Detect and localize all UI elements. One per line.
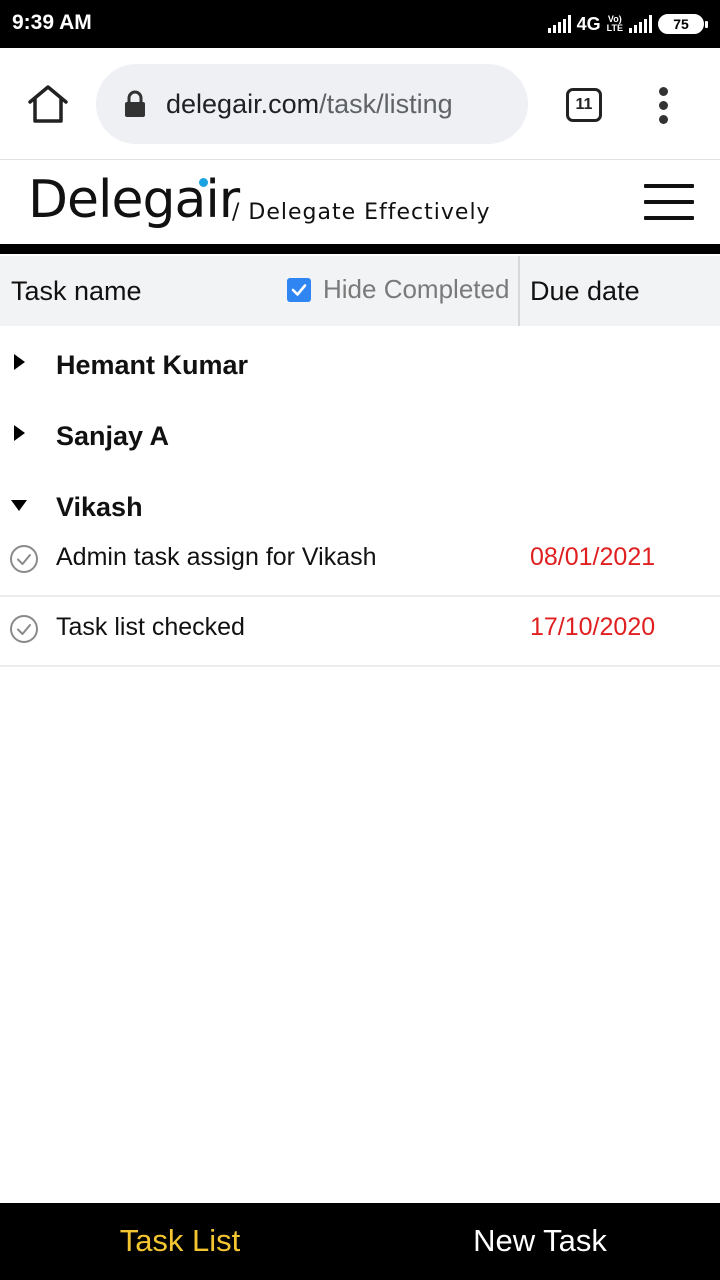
volte-icon: Vo) LTE xyxy=(606,14,623,33)
group-row-hemant-kumar[interactable]: Hemant Kumar xyxy=(0,332,720,392)
table-row[interactable]: Task list checked 17/10/2020 xyxy=(0,597,720,667)
signal-icon-2 xyxy=(629,15,652,33)
group-name: Vikash xyxy=(56,492,143,522)
status-icons: 4G Vo) LTE 75 xyxy=(547,10,708,38)
task-due-date: 08/01/2021 xyxy=(530,543,656,571)
table-row[interactable]: Admin task assign for Vikash 08/01/2021 xyxy=(0,527,720,597)
address-bar[interactable]: delegair.com/task/listing xyxy=(96,64,528,144)
task-name[interactable]: Admin task assign for Vikash xyxy=(56,543,377,572)
hide-completed-checkbox[interactable] xyxy=(287,277,311,302)
status-bar: 9:39 AM 4G Vo) LTE 75 xyxy=(0,0,720,48)
lock-icon xyxy=(125,90,145,117)
column-header-task-name: Task name xyxy=(11,276,142,306)
browser-menu-button[interactable] xyxy=(652,84,676,128)
group-row-vikash[interactable]: Vikash xyxy=(0,474,720,534)
complete-task-check-icon[interactable] xyxy=(9,544,39,574)
app-header: Delegair / Delegate Effectively xyxy=(0,160,720,244)
caret-right-icon xyxy=(14,354,25,370)
battery-level: 75 xyxy=(673,16,689,32)
header-divider xyxy=(0,244,720,254)
group-name: Hemant Kumar xyxy=(56,350,249,380)
home-icon xyxy=(28,85,68,123)
caret-right-icon xyxy=(14,425,25,441)
hamburger-menu-button[interactable] xyxy=(644,184,694,220)
logo-dot-icon xyxy=(199,178,208,187)
checkmark-icon xyxy=(291,283,307,296)
hide-completed-toggle[interactable]: Hide Completed xyxy=(287,274,509,305)
menu-dot-icon xyxy=(659,87,668,96)
task-due-date: 17/10/2020 xyxy=(530,613,656,641)
browser-toolbar: delegair.com/task/listing 11 xyxy=(0,48,720,160)
nav-new-task[interactable]: New Task xyxy=(360,1223,720,1259)
column-divider xyxy=(518,256,520,326)
complete-task-check-icon[interactable] xyxy=(9,614,39,644)
network-type: 4G xyxy=(576,13,601,34)
hide-completed-label: Hide Completed xyxy=(323,274,510,304)
tab-count: 11 xyxy=(575,96,593,113)
bottom-nav: Task List New Task xyxy=(0,1203,720,1280)
battery-icon: 75 xyxy=(658,14,708,34)
group-name: Sanjay A xyxy=(56,421,170,451)
menu-dot-icon xyxy=(659,115,668,124)
logo[interactable]: Delegair xyxy=(28,170,240,230)
url-path: /task/listing xyxy=(319,88,453,119)
caret-down-icon xyxy=(11,500,27,511)
tabs-button[interactable]: 11 xyxy=(566,88,602,122)
task-name[interactable]: Task list checked xyxy=(56,613,245,642)
url-domain: delegair.com xyxy=(166,88,320,119)
status-time: 9:39 AM xyxy=(12,11,92,34)
column-header-due-date: Due date xyxy=(530,276,640,306)
table-header: Task name Hide Completed Due date xyxy=(0,256,720,326)
nav-task-list[interactable]: Task List xyxy=(0,1223,360,1259)
menu-dot-icon xyxy=(659,101,668,110)
tagline: / Delegate Effectively xyxy=(232,200,491,225)
home-button[interactable] xyxy=(24,82,72,126)
group-row-sanjay-a[interactable]: Sanjay A xyxy=(0,403,720,463)
signal-icon xyxy=(547,15,571,33)
url-text[interactable]: delegair.com/task/listing xyxy=(166,89,453,120)
